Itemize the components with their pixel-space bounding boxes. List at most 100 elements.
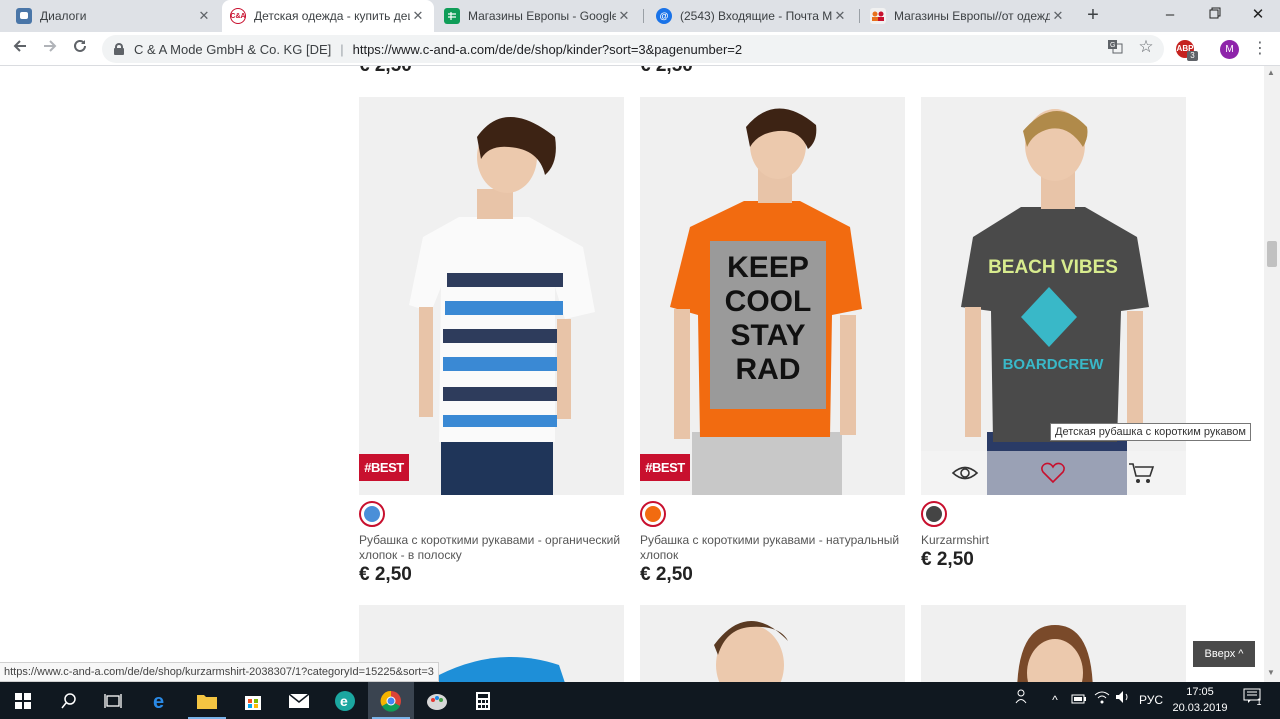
product-name[interactable]: Рубашка с короткими рукавами - органичес… [359, 533, 624, 563]
folder-icon [197, 694, 217, 709]
close-tab-icon[interactable]: ✕ [410, 8, 426, 24]
screen: Диалоги ✕ C&A Детская одежда - купить де… [0, 0, 1280, 719]
product-card[interactable] [640, 605, 905, 682]
edge-app[interactable]: e [138, 682, 184, 719]
close-window-button[interactable]: ✕ [1236, 0, 1280, 32]
show-hidden-icons-icon[interactable]: ^ [1046, 682, 1064, 719]
forward-arrow-icon [44, 40, 57, 52]
back-to-top-button[interactable]: Вверх ^ [1193, 641, 1255, 667]
omnibox-divider: | [340, 41, 344, 57]
editor-app[interactable]: e [322, 682, 368, 719]
tab-title: Детская одежда - купить дешево [254, 9, 410, 23]
close-tab-icon[interactable]: ✕ [832, 8, 848, 24]
tab-separator [643, 9, 644, 23]
product-price: € 2,50 [359, 564, 412, 585]
color-swatch[interactable] [921, 501, 947, 527]
product-photo-graphic: KEEP COOL STAY RAD [640, 97, 905, 495]
tab-kids-clothing[interactable]: C&A Детская одежда - купить дешево ✕ [222, 0, 434, 32]
product-name[interactable]: Kurzarmshirt [921, 533, 1186, 548]
tab-title: Магазины Европы - Google Таблицы [468, 9, 616, 23]
color-swatch[interactable] [640, 501, 666, 527]
quick-actions-bar [921, 451, 1186, 495]
tab-stores-europe[interactable]: Магазины Европы//от одежды ✕ [862, 0, 1074, 32]
envelope-icon [288, 692, 310, 708]
svg-text:G: G [1110, 42, 1115, 49]
close-tab-icon[interactable]: ✕ [616, 8, 632, 24]
svg-text:e: e [153, 691, 164, 712]
mail-app[interactable] [276, 682, 322, 719]
task-view-button[interactable] [90, 682, 136, 719]
bookmark-star-icon[interactable]: ☆ [1137, 38, 1155, 56]
maximize-button[interactable] [1193, 0, 1237, 32]
store-app[interactable] [230, 682, 276, 719]
chrome-app[interactable] [368, 682, 414, 719]
people-icon[interactable] [1012, 682, 1034, 719]
add-to-cart-button[interactable] [1127, 461, 1155, 485]
close-tab-icon[interactable]: ✕ [196, 8, 212, 24]
quick-view-button[interactable] [951, 461, 979, 485]
palette-icon [427, 693, 447, 710]
volume-icon[interactable] [1114, 682, 1132, 719]
file-explorer-app[interactable] [184, 682, 230, 719]
product-price: € 2,50 [921, 549, 974, 570]
product-photo-graphic [714, 620, 788, 682]
close-tab-icon[interactable]: ✕ [1050, 8, 1066, 24]
reload-button[interactable] [68, 37, 92, 61]
new-tab-button[interactable]: + [1082, 4, 1104, 26]
profile-avatar[interactable]: M [1220, 40, 1239, 59]
forward-button[interactable] [38, 37, 62, 61]
back-arrow-icon [13, 40, 26, 52]
reload-icon [74, 39, 86, 52]
product-name[interactable]: Рубашка с короткими рукавами - натуральн… [640, 533, 905, 563]
scroll-down-arrow-icon[interactable]: ▼ [1267, 668, 1275, 677]
product-price: € 2,50 [640, 564, 693, 585]
search-button[interactable] [46, 682, 92, 719]
tab-mail[interactable]: @ (2543) Входящие - Почта Mail.ru ✕ [648, 0, 856, 32]
browser-menu-icon[interactable]: ⋮ [1252, 38, 1268, 60]
ca-logo-icon: C&A [230, 8, 246, 24]
product-image[interactable]: KEEP COOL STAY RAD #BEST [640, 97, 905, 495]
back-button[interactable] [8, 37, 32, 61]
windows-taskbar: e e ^ РУС 17:05 20.03.2019 1 [0, 682, 1280, 719]
product-card[interactable]: #BEST Рубашка с короткими рукавами - орг… [359, 97, 624, 585]
address-bar[interactable]: C & A Mode GmbH & Co. KG [DE] | https://… [102, 35, 1164, 63]
windows-logo-icon [15, 692, 31, 709]
back-to-top-label: Вверх [1204, 648, 1236, 660]
lock-icon [114, 43, 124, 55]
swatch-color [645, 506, 661, 522]
system-clock[interactable]: 17:05 20.03.2019 [1168, 684, 1232, 716]
previous-row-price: € 2,50 [359, 66, 412, 77]
battery-icon[interactable] [1070, 682, 1088, 719]
best-badge: #BEST [640, 454, 690, 481]
svg-text:e: e [340, 693, 348, 709]
group-icon [870, 8, 886, 24]
task-view-icon [104, 693, 122, 708]
chevron-up-icon: ^ [1238, 648, 1244, 660]
restore-icon [1209, 7, 1221, 19]
tab-sheets[interactable]: Магазины Европы - Google Таблицы ✕ [436, 0, 640, 32]
status-bar-url: https://www.c-and-a.com/de/de/shop/kurza… [0, 662, 439, 682]
translate-icon[interactable]: G [1106, 38, 1124, 56]
start-button[interactable] [0, 682, 46, 719]
shirt-print-text: RAD [736, 353, 801, 386]
tab-dialogs[interactable]: Диалоги ✕ [8, 0, 220, 32]
minimize-button[interactable]: – [1148, 0, 1192, 32]
scrollbar-thumb[interactable] [1267, 241, 1277, 267]
wishlist-button[interactable] [1039, 461, 1067, 485]
url-text[interactable]: https://www.c-and-a.com/de/de/shop/kinde… [353, 42, 743, 57]
input-language[interactable]: РУС [1137, 682, 1165, 719]
wifi-icon[interactable] [1093, 682, 1111, 719]
color-swatch[interactable] [359, 501, 385, 527]
calculator-app[interactable] [460, 682, 506, 719]
product-photo-graphic [1017, 625, 1093, 682]
page-scrollbar[interactable]: ▲ ▼ [1264, 66, 1280, 682]
product-card[interactable]: KEEP COOL STAY RAD #BEST Рубашка с корот… [640, 97, 905, 585]
sheets-icon [444, 8, 460, 24]
editor-e-icon: e [335, 690, 355, 711]
product-image[interactable]: #BEST [359, 97, 624, 495]
calculator-icon [476, 691, 490, 710]
notification-count: 1 [1256, 697, 1262, 707]
product-card[interactable] [921, 605, 1186, 682]
scroll-up-arrow-icon[interactable]: ▲ [1267, 68, 1275, 77]
paint-app[interactable] [414, 682, 460, 719]
